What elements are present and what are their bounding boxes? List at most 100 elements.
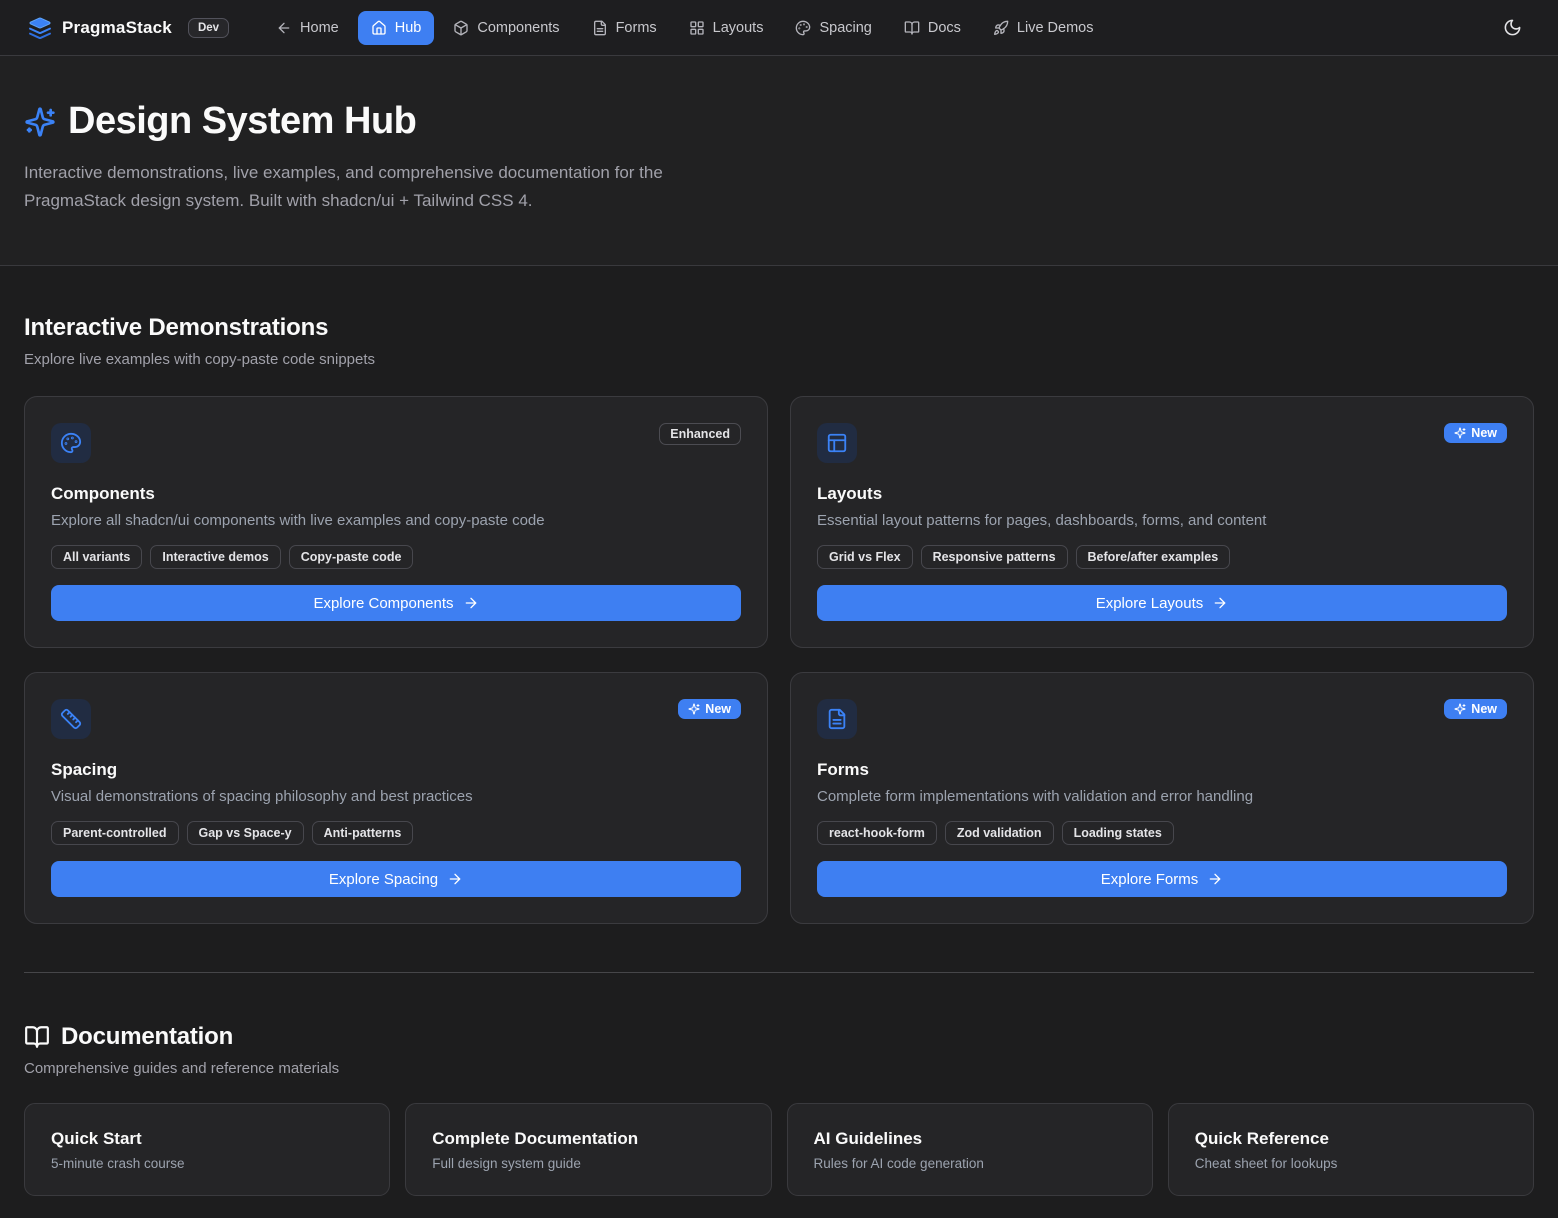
doc-card-complete-documentation[interactable]: Complete Documentation Full design syste… xyxy=(405,1103,771,1196)
sparkles-icon xyxy=(24,106,56,138)
doc-card-quick-start[interactable]: Quick Start 5-minute crash course xyxy=(24,1103,390,1196)
button-label: Explore Forms xyxy=(1101,871,1199,888)
doc-card-description: 5-minute crash course xyxy=(51,1156,363,1171)
doc-card-grid: Quick Start 5-minute crash course Comple… xyxy=(24,1103,1534,1196)
tag: Loading states xyxy=(1062,821,1174,845)
status-badge: New xyxy=(678,699,741,719)
explore-spacing-button[interactable]: Explore Spacing xyxy=(51,861,741,897)
doc-card-title: Quick Reference xyxy=(1195,1129,1507,1149)
card-description: Explore all shadcn/ui components with li… xyxy=(51,512,741,529)
layers-logo-icon xyxy=(28,16,52,40)
doc-card-title: Quick Start xyxy=(51,1129,363,1149)
palette-icon xyxy=(795,20,811,36)
nav-item-components[interactable]: Components xyxy=(440,11,572,45)
nav-label: Spacing xyxy=(819,20,871,36)
arrow-right-icon xyxy=(447,871,463,887)
tag: Interactive demos xyxy=(150,545,280,569)
nav-item-docs[interactable]: Docs xyxy=(891,11,974,45)
explore-components-button[interactable]: Explore Components xyxy=(51,585,741,621)
page-subtitle: Interactive demonstrations, live example… xyxy=(24,159,764,215)
arrow-right-icon xyxy=(463,595,479,611)
badge-label: New xyxy=(1471,426,1497,440)
nav-label: Layouts xyxy=(713,20,764,36)
nav-label: Docs xyxy=(928,20,961,36)
card-components: Enhanced Components Explore all shadcn/u… xyxy=(24,396,768,648)
arrow-left-icon xyxy=(276,20,292,36)
card-layouts: New Layouts Essential layout patterns fo… xyxy=(790,396,1534,648)
top-navbar: PragmaStack Dev Home Hub Components Fo xyxy=(0,0,1558,56)
explore-forms-button[interactable]: Explore Forms xyxy=(817,861,1507,897)
file-text-icon xyxy=(817,699,857,739)
panels-top-left-icon xyxy=(817,423,857,463)
house-icon xyxy=(371,20,387,36)
documentation-section: Documentation Comprehensive guides and r… xyxy=(24,1023,1534,1196)
box-icon xyxy=(453,20,469,36)
tag: All variants xyxy=(51,545,142,569)
nav-label: Home xyxy=(300,20,339,36)
tag: Gap vs Space-y xyxy=(187,821,304,845)
tag: Copy-paste code xyxy=(289,545,414,569)
nav-item-layouts[interactable]: Layouts xyxy=(676,11,777,45)
nav-item-home[interactable]: Home xyxy=(263,11,352,45)
theme-toggle-button[interactable] xyxy=(1494,10,1530,46)
nav-item-live-demos[interactable]: Live Demos xyxy=(980,11,1107,45)
card-description: Essential layout patterns for pages, das… xyxy=(817,512,1507,529)
badge-label: New xyxy=(705,702,731,716)
demos-heading: Interactive Demonstrations xyxy=(24,314,1534,342)
arrow-right-icon xyxy=(1212,595,1228,611)
ruler-icon xyxy=(51,699,91,739)
doc-card-title: Complete Documentation xyxy=(432,1129,744,1149)
sparkles-icon xyxy=(1454,703,1466,715)
main-nav: Home Hub Components Forms Layouts xyxy=(263,11,1106,45)
card-forms: New Forms Complete form implementations … xyxy=(790,672,1534,924)
layout-grid-icon xyxy=(689,20,705,36)
moon-icon xyxy=(1503,18,1522,37)
tag: react-hook-form xyxy=(817,821,937,845)
doc-card-description: Cheat sheet for lookups xyxy=(1195,1156,1507,1171)
explore-layouts-button[interactable]: Explore Layouts xyxy=(817,585,1507,621)
status-badge: Enhanced xyxy=(659,423,741,445)
card-description: Visual demonstrations of spacing philoso… xyxy=(51,788,741,805)
doc-card-title: AI Guidelines xyxy=(814,1129,1126,1149)
nav-item-hub[interactable]: Hub xyxy=(358,11,435,45)
card-title: Layouts xyxy=(817,484,1507,504)
arrow-right-icon xyxy=(1207,871,1223,887)
doc-card-description: Rules for AI code generation xyxy=(814,1156,1126,1171)
tag: Parent-controlled xyxy=(51,821,179,845)
demos-subheading: Explore live examples with copy-paste co… xyxy=(24,351,1534,368)
brand-name: PragmaStack xyxy=(62,18,172,38)
doc-card-description: Full design system guide xyxy=(432,1156,744,1171)
button-label: Explore Spacing xyxy=(329,871,438,888)
brand[interactable]: PragmaStack Dev xyxy=(28,16,229,40)
nav-label: Live Demos xyxy=(1017,20,1094,36)
nav-item-spacing[interactable]: Spacing xyxy=(782,11,884,45)
card-title: Forms xyxy=(817,760,1507,780)
tag: Grid vs Flex xyxy=(817,545,913,569)
main-content: Interactive Demonstrations Explore live … xyxy=(0,266,1558,1216)
status-badge: New xyxy=(1444,423,1507,443)
rocket-icon xyxy=(993,20,1009,36)
demo-card-grid: Enhanced Components Explore all shadcn/u… xyxy=(24,396,1534,924)
nav-label: Hub xyxy=(395,20,422,36)
hero-section: Design System Hub Interactive demonstrat… xyxy=(0,56,1558,266)
status-badge: New xyxy=(1444,699,1507,719)
badge-label: New xyxy=(1471,702,1497,716)
book-open-icon xyxy=(24,1024,50,1050)
tag: Before/after examples xyxy=(1076,545,1231,569)
doc-card-ai-guidelines[interactable]: AI Guidelines Rules for AI code generati… xyxy=(787,1103,1153,1196)
docs-heading: Documentation xyxy=(61,1023,233,1051)
button-label: Explore Layouts xyxy=(1096,595,1204,612)
card-spacing: New Spacing Visual demonstrations of spa… xyxy=(24,672,768,924)
nav-item-forms[interactable]: Forms xyxy=(579,11,670,45)
card-description: Complete form implementations with valid… xyxy=(817,788,1507,805)
tag: Anti-patterns xyxy=(312,821,414,845)
book-open-icon xyxy=(904,20,920,36)
tag: Responsive patterns xyxy=(921,545,1068,569)
button-label: Explore Components xyxy=(313,595,453,612)
docs-subheading: Comprehensive guides and reference mater… xyxy=(24,1060,1534,1077)
doc-card-quick-reference[interactable]: Quick Reference Cheat sheet for lookups xyxy=(1168,1103,1534,1196)
nav-label: Components xyxy=(477,20,559,36)
card-title: Spacing xyxy=(51,760,741,780)
sparkles-icon xyxy=(1454,427,1466,439)
nav-label: Forms xyxy=(616,20,657,36)
